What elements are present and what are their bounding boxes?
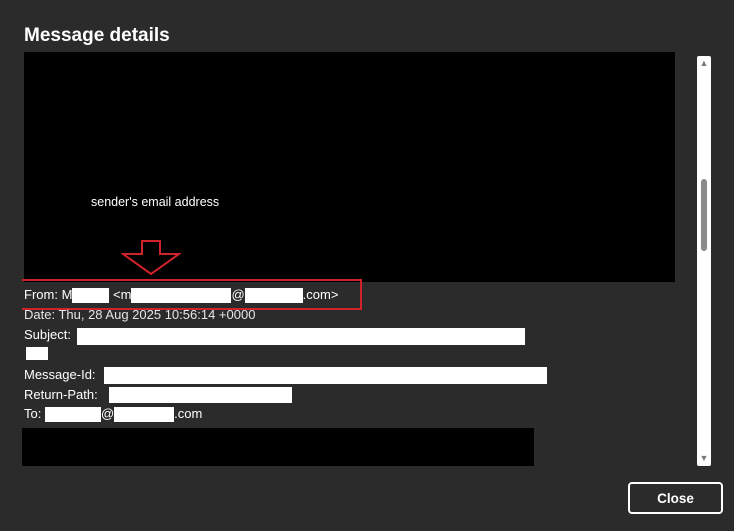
scroll-thumb[interactable] xyxy=(701,179,707,251)
redacted-subject xyxy=(77,328,525,345)
to-domain-suffix: .com xyxy=(174,406,203,421)
subject-label: Subject: xyxy=(24,327,71,342)
message-details-dialog: Message details sender's email address F… xyxy=(0,0,734,531)
redacted-return-path xyxy=(109,387,292,403)
scroll-up-arrow-icon[interactable]: ▲ xyxy=(699,58,709,68)
message-headers-content: sender's email address From: M <m @ .com> … xyxy=(22,52,690,466)
to-at: @ xyxy=(100,406,115,421)
subject-header: Subject: xyxy=(24,327,71,343)
sender-highlight-box xyxy=(22,279,362,310)
return-path-label: Return-Path: xyxy=(24,387,98,402)
redacted-bottom-block xyxy=(22,428,534,466)
close-button[interactable]: Close xyxy=(628,482,723,514)
message-id-header: Message-Id: xyxy=(24,367,96,383)
dialog-title: Message details xyxy=(24,25,170,46)
return-path-header: Return-Path: xyxy=(24,387,98,403)
to-header: To: @ .com xyxy=(24,406,203,423)
annotation-label: sender's email address xyxy=(91,195,220,209)
message-id-label: Message-Id: xyxy=(24,367,96,382)
redacted-recipient-local-part xyxy=(44,407,101,423)
down-arrow-icon xyxy=(121,240,181,276)
vertical-scrollbar[interactable]: ▲ ▼ xyxy=(697,56,711,466)
redacted-recipient-domain xyxy=(114,407,175,423)
date-header: Date: Thu, 28 Aug 2025 10:56:14 +0000 xyxy=(24,307,256,322)
redacted-message-id xyxy=(104,367,547,384)
scroll-down-arrow-icon[interactable]: ▼ xyxy=(699,453,709,463)
to-label: To: xyxy=(24,406,42,421)
redacted-subject-continued xyxy=(26,347,48,360)
